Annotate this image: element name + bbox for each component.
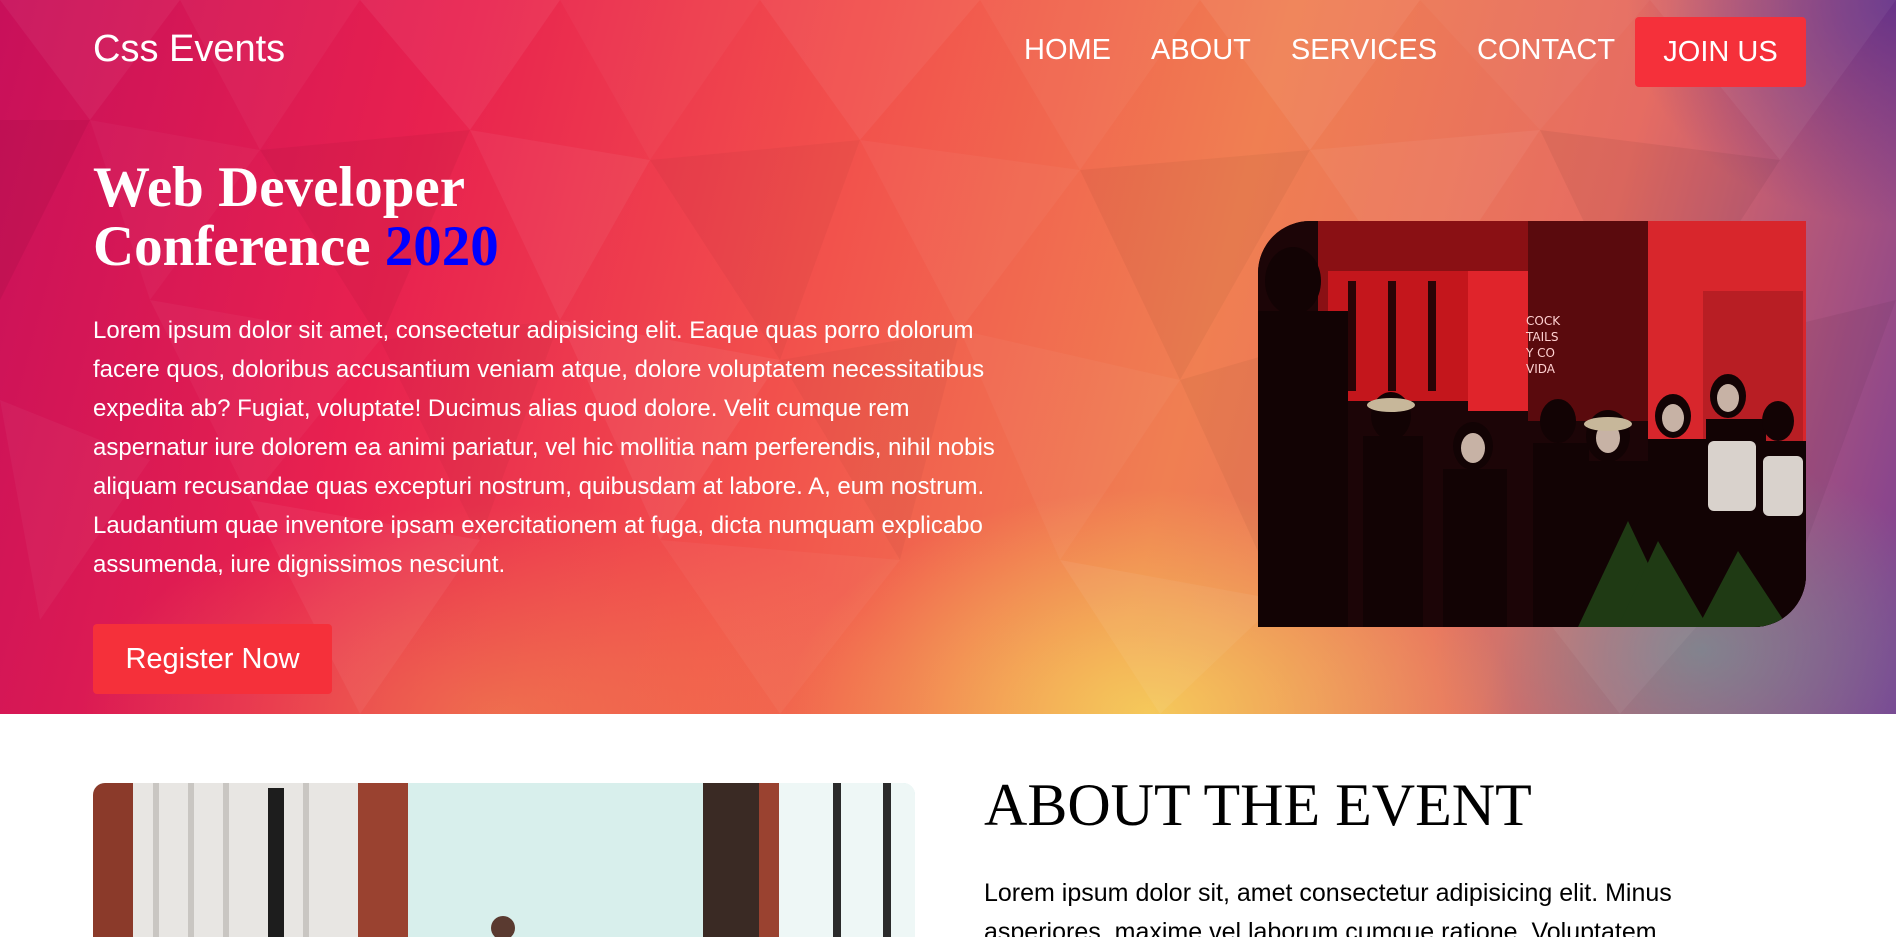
about-event-photo: [93, 783, 915, 937]
hero-description: Lorem ipsum dolor sit amet, consectetur …: [93, 317, 995, 578]
photo-sign-line-4: VIDA: [1526, 362, 1556, 376]
photo-sign-line-2: TAILS: [1525, 330, 1558, 344]
party-scene-illustration: COCK TAILS Y CO VIDA: [1258, 221, 1806, 627]
hero-title-line1: Web Developer: [93, 156, 466, 219]
hero-section: Css Events HOME ABOUT SERVICES CONTACT J…: [0, 0, 1896, 714]
about-description: Lorem ipsum dolor sit, amet consectetur …: [984, 879, 1672, 937]
conference-room-illustration: [93, 783, 915, 937]
brand-logo[interactable]: Css Events: [93, 28, 285, 71]
join-us-button[interactable]: JOIN US: [1635, 17, 1806, 87]
nav-link-home[interactable]: HOME: [1024, 34, 1111, 67]
navbar: Css Events HOME ABOUT SERVICES CONTACT J…: [0, 0, 1896, 104]
hero-title: Web Developer Conference 2020: [93, 158, 499, 276]
about-title: ABOUT THE EVENT: [984, 772, 1532, 838]
nav-link-about[interactable]: ABOUT: [1151, 34, 1251, 67]
nav-link-services[interactable]: SERVICES: [1291, 34, 1437, 67]
register-now-button[interactable]: Register Now: [93, 624, 332, 694]
nav-link-contact[interactable]: CONTACT: [1477, 34, 1615, 67]
nav-links: HOME ABOUT SERVICES CONTACT: [1024, 34, 1655, 67]
hero-title-line2: Conference: [93, 215, 371, 278]
event-party-photo: COCK TAILS Y CO VIDA: [1258, 221, 1806, 627]
photo-sign-line-3: Y CO: [1525, 346, 1555, 360]
hero-title-year: 2020: [384, 215, 499, 278]
photo-sign-line-1: COCK: [1526, 314, 1561, 328]
